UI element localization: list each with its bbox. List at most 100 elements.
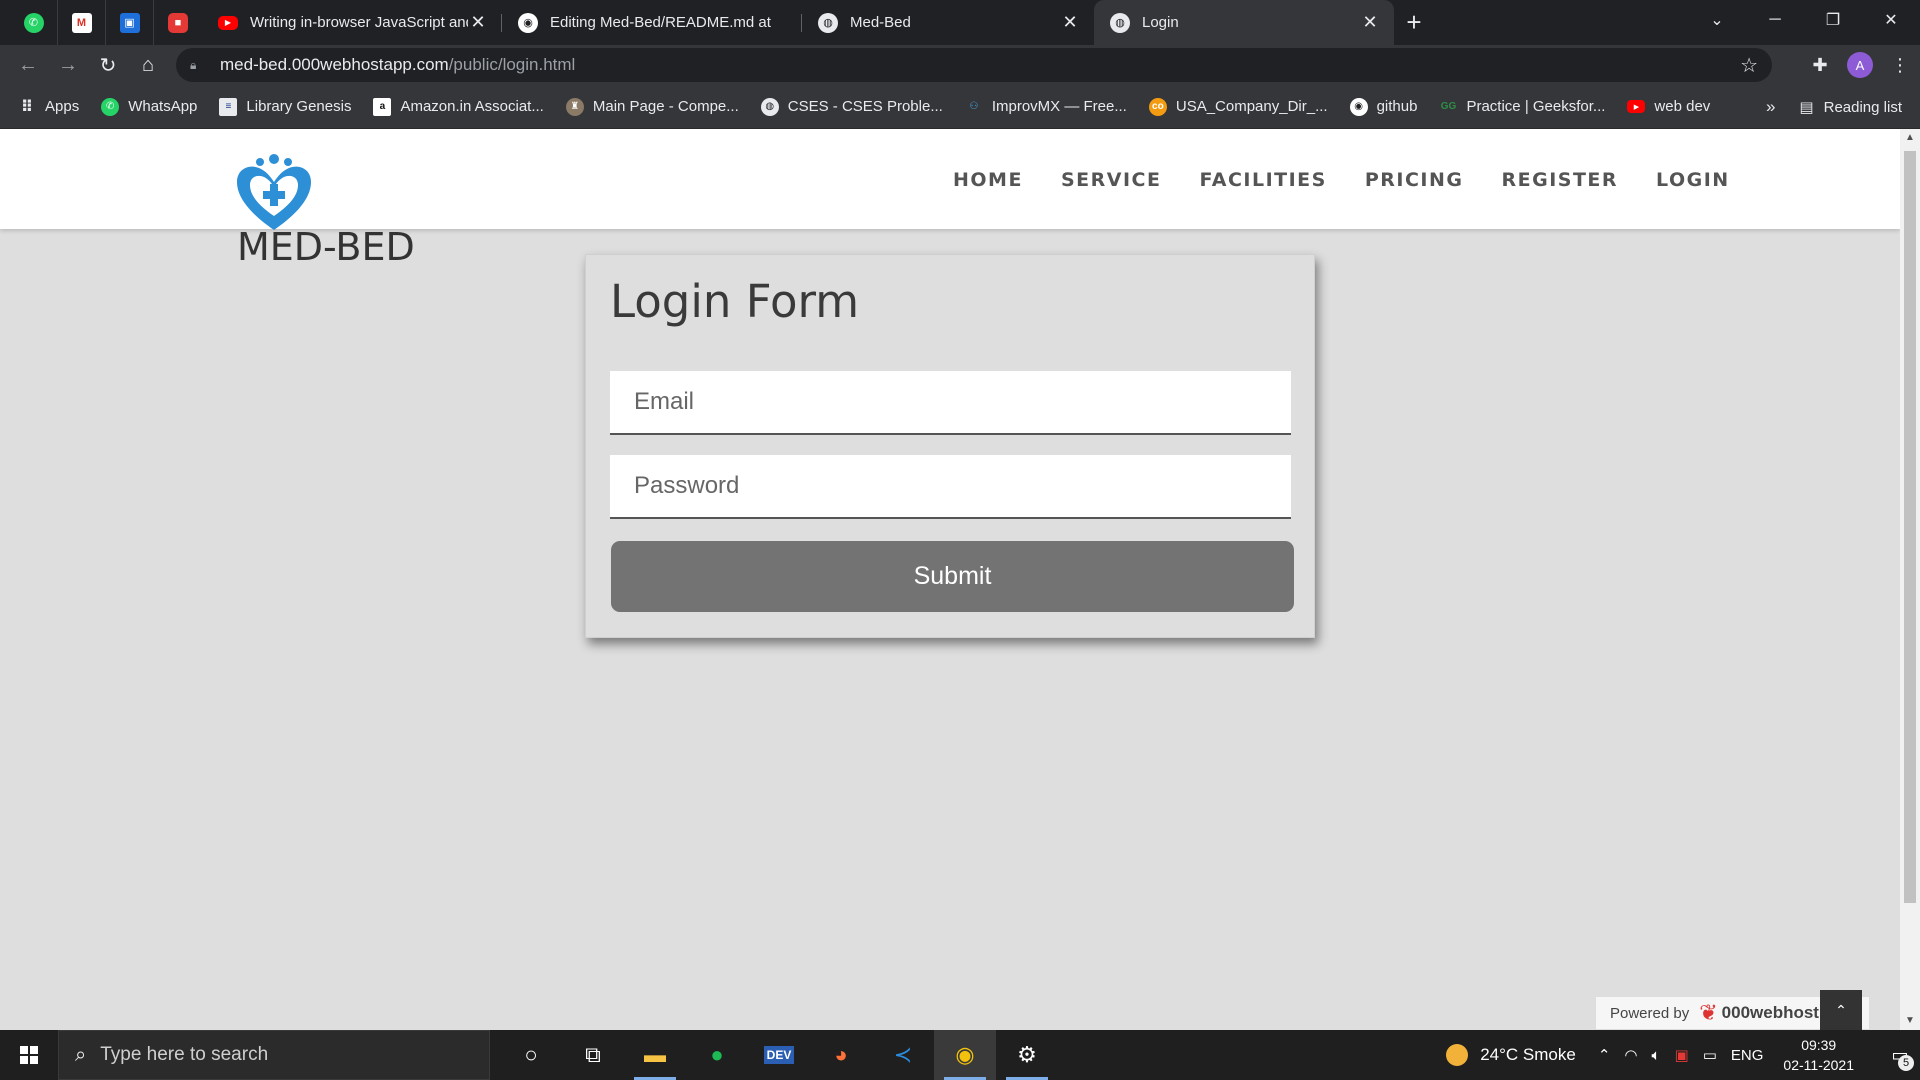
close-window-icon[interactable]: ✕ bbox=[1862, 0, 1920, 40]
taskbar-apps: ○ ⧉ ▬ ● DEV ◕ ≺ ◉ ⚙ bbox=[500, 1030, 1058, 1080]
pinned-tab-red-app[interactable]: ■ bbox=[154, 0, 202, 45]
nav-pricing[interactable]: PRICING bbox=[1365, 169, 1464, 191]
clock-date: 02-11-2021 bbox=[1783, 1057, 1854, 1073]
reading-list-button[interactable]: Reading list bbox=[1824, 99, 1902, 116]
gift-icon[interactable]: ▣ bbox=[1675, 1046, 1689, 1064]
clock[interactable]: 09:39 02-11-2021 bbox=[1783, 1035, 1854, 1075]
file-explorer-icon[interactable]: ▬ bbox=[624, 1030, 686, 1080]
scrollbar-thumb[interactable] bbox=[1904, 151, 1916, 903]
email-field[interactable] bbox=[610, 371, 1291, 435]
tab-med-bed[interactable]: ◍ Med-Bed ✕ bbox=[802, 0, 1094, 45]
whatsapp-icon: ✆ bbox=[23, 12, 44, 33]
weather-text: 24°C Smoke bbox=[1480, 1045, 1576, 1064]
tab-login[interactable]: ◍ Login ✕ bbox=[1094, 0, 1394, 45]
taskbar-search[interactable]: ⌕ Type here to search bbox=[58, 1030, 490, 1080]
bookmark-label: github bbox=[1376, 98, 1418, 115]
spotify-icon[interactable]: ● bbox=[686, 1030, 748, 1080]
nav-facilities[interactable]: FACILITIES bbox=[1199, 169, 1326, 191]
bookmark-star-icon[interactable]: ☆ bbox=[1740, 53, 1758, 78]
nav-service[interactable]: SERVICE bbox=[1061, 169, 1162, 191]
password-field[interactable] bbox=[610, 455, 1291, 519]
chevron-up-icon: ⌃ bbox=[1835, 1001, 1847, 1018]
chevron-double-right-icon[interactable]: » bbox=[1766, 97, 1775, 117]
chevron-up-icon[interactable]: ⌃ bbox=[1598, 1046, 1611, 1064]
reading-list-icon[interactable]: ▤ bbox=[1799, 98, 1813, 116]
weather-sun-icon bbox=[1446, 1044, 1469, 1066]
bookmarks-bar: ⠿ Apps ✆ WhatsApp ≡ Library Genesis a Amazon… bbox=[0, 85, 1920, 129]
restore-icon[interactable]: ❐ bbox=[1804, 0, 1862, 40]
gmail-icon: M bbox=[71, 12, 92, 33]
notification-count: 5 bbox=[1898, 1055, 1914, 1071]
med-bed-logo-icon[interactable] bbox=[235, 152, 313, 232]
language-indicator[interactable]: ENG bbox=[1731, 1047, 1764, 1064]
dev-icon[interactable]: DEV bbox=[748, 1030, 810, 1080]
bookmark-amazon[interactable]: a Amazon.in Associat... bbox=[373, 97, 544, 116]
amazon-icon: a bbox=[373, 97, 392, 116]
scroll-up-arrow-icon[interactable]: ▲ bbox=[1900, 129, 1920, 147]
github-icon: ◉ bbox=[1349, 97, 1368, 116]
page-scrollbar[interactable]: ▲ ▼ bbox=[1900, 129, 1920, 1030]
submit-button[interactable]: Submit bbox=[611, 541, 1294, 612]
red-app-icon: ■ bbox=[168, 12, 188, 33]
bookmark-improvmx[interactable]: ⚇ ImprovMX — Free... bbox=[965, 98, 1127, 116]
chrome-icon[interactable]: ◉ bbox=[934, 1030, 996, 1080]
bookmark-github[interactable]: ◉ github bbox=[1349, 97, 1418, 116]
globe-icon: ◍ bbox=[760, 97, 779, 116]
site-header: HOME SERVICE FACILITIES PRICING REGISTER… bbox=[0, 129, 1900, 232]
tab-search-icon[interactable]: ⌄ bbox=[1688, 0, 1746, 40]
pinned-tab-gmail[interactable]: M bbox=[58, 0, 106, 45]
new-tab-button[interactable]: + bbox=[1394, 0, 1434, 45]
nav-register[interactable]: REGISTER bbox=[1501, 169, 1618, 191]
tab-youtube[interactable]: ▶ Writing in-browser JavaScript and ✕ bbox=[202, 0, 502, 45]
weather-widget[interactable]: 24°C Smoke bbox=[1446, 1044, 1576, 1066]
lock-icon[interactable]: 🔒︎ bbox=[190, 58, 204, 73]
improvmx-icon: ⚇ bbox=[969, 101, 979, 112]
volume-icon[interactable]: 🔈︎ bbox=[1652, 1047, 1661, 1064]
bookmark-web-dev[interactable]: ▶ web dev bbox=[1627, 98, 1710, 115]
tab-github[interactable]: ◉ Editing Med-Bed/README.md at bbox=[502, 0, 802, 45]
bookmark-apps[interactable]: ⠿ Apps bbox=[18, 98, 79, 116]
pinned-tab-whatsapp[interactable]: ✆ bbox=[10, 0, 58, 45]
geeksforgeeks-icon: GG bbox=[1440, 101, 1457, 112]
settings-icon[interactable]: ⚙ bbox=[996, 1030, 1058, 1080]
menu-kebab-icon[interactable]: ⋮ bbox=[1880, 45, 1920, 85]
windows-logo-icon bbox=[20, 1046, 38, 1064]
vscode-icon[interactable]: ≺ bbox=[872, 1030, 934, 1080]
back-icon[interactable]: ← bbox=[8, 47, 48, 83]
close-icon[interactable]: ✕ bbox=[1360, 12, 1380, 33]
minimize-icon[interactable]: ─ bbox=[1746, 0, 1804, 40]
reload-icon[interactable]: ↻ bbox=[88, 47, 128, 83]
bookmark-cses[interactable]: ◍ CSES - CSES Proble... bbox=[760, 97, 943, 116]
address-bar[interactable]: 🔒︎ med-bed.000webhostapp.com/public/logi… bbox=[176, 48, 1772, 82]
close-icon[interactable]: ✕ bbox=[1060, 12, 1080, 33]
browser-tab-strip: ✆ M ▣ ■ ▶ Writing in-browser JavaScript … bbox=[0, 0, 1920, 45]
close-icon[interactable]: ✕ bbox=[468, 12, 488, 33]
bookmark-geeksforgeeks[interactable]: GG Practice | Geeksfor... bbox=[1439, 98, 1606, 116]
url-host: med-bed.000webhostapp.com bbox=[220, 55, 449, 74]
home-icon[interactable]: ⌂ bbox=[128, 47, 168, 83]
task-view-icon[interactable]: ⧉ bbox=[562, 1030, 624, 1080]
nav-home[interactable]: HOME bbox=[953, 169, 1023, 191]
bookmark-usa-company[interactable]: co USA_Company_Dir_... bbox=[1148, 97, 1328, 116]
battery-icon[interactable]: ▭ bbox=[1703, 1046, 1717, 1064]
scroll-down-arrow-icon[interactable]: ▼ bbox=[1900, 1012, 1920, 1030]
wifi-icon[interactable]: ◠ bbox=[1624, 1046, 1637, 1064]
scroll-to-top-button[interactable]: ⌃ bbox=[1820, 990, 1862, 1030]
bookmark-main-page[interactable]: ♜ Main Page - Compe... bbox=[565, 97, 739, 116]
cortana-icon[interactable]: ○ bbox=[500, 1030, 562, 1080]
search-placeholder: Type here to search bbox=[100, 1044, 269, 1065]
forward-icon[interactable]: → bbox=[48, 47, 88, 83]
login-form-card: Login Form Submit bbox=[585, 254, 1315, 638]
extensions-icon[interactable]: ✚ bbox=[1800, 45, 1840, 85]
start-button[interactable] bbox=[0, 1030, 58, 1080]
bookmark-library-genesis[interactable]: ≡ Library Genesis bbox=[219, 97, 351, 116]
profile-button[interactable]: A bbox=[1840, 45, 1880, 85]
firefox-icon[interactable]: ◕ bbox=[810, 1030, 872, 1080]
browser-toolbar: ← → ↻ ⌂ 🔒︎ med-bed.000webhostapp.com/pub… bbox=[0, 45, 1920, 85]
apps-grid-icon: ⠿ bbox=[20, 98, 34, 116]
windows-taskbar: ⌕ Type here to search ○ ⧉ ▬ ● DEV ◕ ≺ ◉ … bbox=[0, 1030, 1920, 1080]
bookmark-whatsapp[interactable]: ✆ WhatsApp bbox=[101, 97, 197, 116]
notification-center-icon[interactable]: ▭ 5 bbox=[1880, 1030, 1920, 1080]
pinned-tab-classroom[interactable]: ▣ bbox=[106, 0, 154, 45]
nav-login[interactable]: LOGIN bbox=[1656, 169, 1730, 191]
